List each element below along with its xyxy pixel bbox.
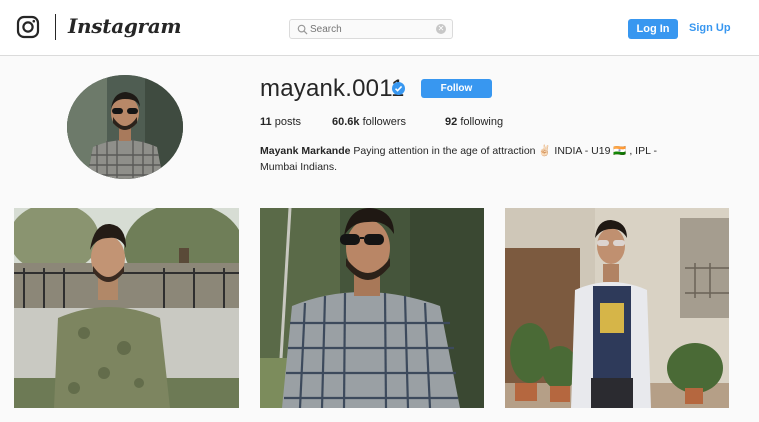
followers-count[interactable]: 60.6k followers <box>332 116 406 128</box>
search-icon <box>297 24 308 35</box>
post-thumbnail-3[interactable] <box>505 208 729 408</box>
post-thumbnail-1[interactable] <box>14 208 239 408</box>
post-photo-1 <box>14 208 239 408</box>
profile-avatar-photo <box>67 75 183 179</box>
top-navigation-bar: Instagram ✕ Log In Sign Up <box>0 0 759 56</box>
profile-avatar[interactable] <box>67 75 183 179</box>
post-photo-3 <box>505 208 729 408</box>
instagram-camera-icon[interactable] <box>16 15 40 39</box>
search-box[interactable]: ✕ <box>289 19 453 39</box>
follow-button[interactable]: Follow <box>421 79 492 98</box>
instagram-wordmark[interactable]: Instagram <box>68 14 182 38</box>
profile-username: mayank.0011 <box>260 75 405 102</box>
bio-full-name: Mayank Markande <box>260 145 351 157</box>
clear-search-icon[interactable]: ✕ <box>436 24 446 34</box>
logo-divider <box>55 14 56 40</box>
post-photo-2 <box>260 208 484 408</box>
following-count[interactable]: 92 following <box>445 116 503 128</box>
search-input[interactable] <box>310 22 430 36</box>
sign-up-link[interactable]: Sign Up <box>689 22 731 34</box>
bio-text-line-2: Mumbai Indians. <box>260 161 338 173</box>
log-in-button[interactable]: Log In <box>628 19 678 39</box>
post-thumbnail-2[interactable] <box>260 208 484 408</box>
profile-bio: Mayank Markande Paying attention in the … <box>260 143 720 175</box>
bio-text-line-1: Paying attention in the age of attractio… <box>350 145 657 157</box>
posts-count: 11 posts <box>260 116 301 128</box>
verified-badge-icon <box>392 82 405 95</box>
